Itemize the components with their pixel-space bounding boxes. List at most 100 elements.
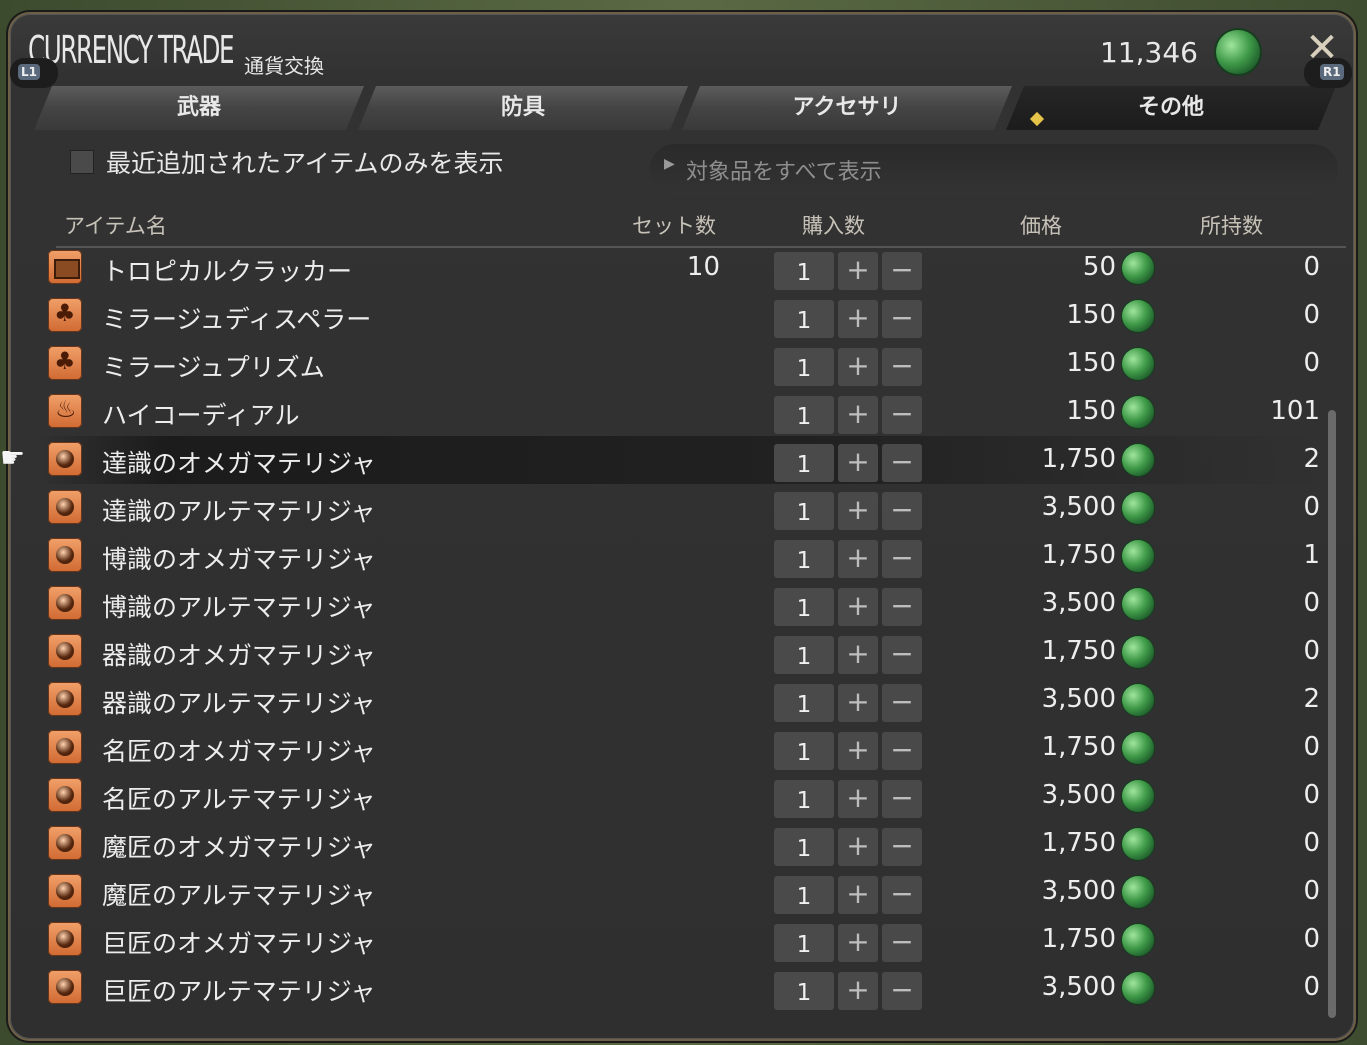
quantity-input[interactable]: 1	[774, 492, 834, 530]
recent-items-checkbox[interactable]	[70, 150, 94, 174]
quantity-input[interactable]: 1	[774, 876, 834, 914]
green-gem-icon	[1122, 444, 1154, 476]
window-subtitle: 通貨交換	[244, 54, 324, 78]
decrease-button[interactable]: −	[882, 396, 922, 434]
quantity-input[interactable]: 1	[774, 732, 834, 770]
decrease-button[interactable]: −	[882, 828, 922, 866]
item-icon	[48, 634, 82, 668]
column-header-name[interactable]: アイテム名	[64, 210, 167, 240]
item-price: 3,500	[1041, 780, 1116, 810]
currency-trade-window: CURRENCY TRADE 通貨交換 11,346 ✕ 武器 防具 アクセサリ…	[8, 12, 1356, 1041]
item-name: 名匠のオメガマテリジャ	[102, 737, 376, 766]
tab-armor[interactable]: 防具	[358, 86, 688, 130]
increase-button[interactable]: +	[838, 348, 878, 386]
column-header-set[interactable]: セット数	[632, 210, 716, 240]
bumper-l1[interactable]: L1	[10, 58, 58, 88]
increase-button[interactable]: +	[838, 444, 878, 482]
item-row[interactable]: 巨匠のオメガマテリジャ 1 + − 1,750 0	[40, 916, 1320, 964]
item-price: 3,500	[1041, 588, 1116, 618]
quantity-input[interactable]: 1	[774, 300, 834, 338]
bumper-r1[interactable]: R1	[1304, 58, 1352, 88]
decrease-button[interactable]: −	[882, 732, 922, 770]
increase-button[interactable]: +	[838, 636, 878, 674]
green-gem-icon	[1122, 492, 1154, 524]
decrease-button[interactable]: −	[882, 972, 922, 1010]
quantity-input[interactable]: 1	[774, 684, 834, 722]
item-owned-count: 2	[1303, 444, 1320, 474]
item-owned-count: 101	[1270, 396, 1320, 426]
tab-accessories[interactable]: アクセサリ	[682, 86, 1012, 130]
item-owned-count: 0	[1303, 252, 1320, 282]
increase-button[interactable]: +	[838, 732, 878, 770]
item-row[interactable]: 器識のオメガマテリジャ 1 + − 1,750 0	[40, 628, 1320, 676]
decrease-button[interactable]: −	[882, 444, 922, 482]
increase-button[interactable]: +	[838, 924, 878, 962]
item-row[interactable]: 器識のアルテマテリジャ 1 + − 3,500 2	[40, 676, 1320, 724]
quantity-input[interactable]: 1	[774, 636, 834, 674]
quantity-input[interactable]: 1	[774, 348, 834, 386]
column-header-owned[interactable]: 所持数	[1200, 210, 1263, 240]
item-owned-count: 0	[1303, 492, 1320, 522]
decrease-button[interactable]: −	[882, 348, 922, 386]
quantity-input[interactable]: 1	[774, 252, 834, 290]
item-price: 50	[1082, 252, 1116, 282]
increase-button[interactable]: +	[838, 828, 878, 866]
increase-button[interactable]: +	[838, 396, 878, 434]
item-row[interactable]: 達識のオメガマテリジャ 1 + − 1,750 2	[40, 436, 1320, 484]
decrease-button[interactable]: −	[882, 876, 922, 914]
scrollbar[interactable]	[1328, 410, 1336, 1018]
item-row[interactable]: ハイコーディアル 1+− 150 101	[40, 388, 1320, 436]
increase-button[interactable]: +	[838, 972, 878, 1010]
decrease-button[interactable]: −	[882, 252, 922, 290]
item-row[interactable]: 博識のアルテマテリジャ 1 + − 3,500 0	[40, 580, 1320, 628]
item-row[interactable]: 達識のアルテマテリジャ 1 + − 3,500 0	[40, 484, 1320, 532]
item-row[interactable]: 魔匠のオメガマテリジャ 1 + − 1,750 0	[40, 820, 1320, 868]
tab-other[interactable]: その他	[1006, 86, 1336, 130]
decrease-button[interactable]: −	[882, 492, 922, 530]
tab-weapons[interactable]: 武器	[34, 86, 364, 130]
item-row[interactable]: 名匠のアルテマテリジャ 1 + − 3,500 0	[40, 772, 1320, 820]
item-row[interactable]: トロピカルクラッカー 10 1 + − 50 0	[40, 244, 1320, 292]
quantity-input[interactable]: 1	[774, 540, 834, 578]
item-name: 器識のオメガマテリジャ	[102, 641, 376, 670]
item-row[interactable]: 名匠のオメガマテリジャ 1 + − 1,750 0	[40, 724, 1320, 772]
quantity-input[interactable]: 1	[774, 444, 834, 482]
quantity-input[interactable]: 1	[774, 588, 834, 626]
item-name: 博識のオメガマテリジャ	[102, 545, 376, 574]
item-row[interactable]: 博識のオメガマテリジャ 1 + −1,750 1	[40, 532, 1320, 580]
quantity-input[interactable]: 1	[774, 396, 834, 434]
increase-button[interactable]: +	[838, 588, 878, 626]
decrease-button[interactable]: −	[882, 300, 922, 338]
decrease-button[interactable]: −	[882, 780, 922, 818]
increase-button[interactable]: +	[838, 540, 878, 578]
dropdown-value: 対象品をすべて表示	[686, 160, 882, 185]
item-owned-count: 0	[1303, 924, 1320, 954]
increase-button[interactable]: +	[838, 684, 878, 722]
quantity-input[interactable]: 1	[774, 924, 834, 962]
decrease-button[interactable]: −	[882, 684, 922, 722]
item-icon	[48, 874, 82, 908]
item-price: 3,500	[1041, 972, 1116, 1002]
item-row[interactable]: ミラージュディスペラー 1+− 150 0	[40, 292, 1320, 340]
item-row[interactable]: 魔匠のアルテマテリジャ 1 + − 3,500 0	[40, 868, 1320, 916]
increase-button[interactable]: +	[838, 252, 878, 290]
item-filter-dropdown[interactable]: ▶ 対象品をすべて表示	[650, 144, 1338, 194]
increase-button[interactable]: +	[838, 492, 878, 530]
column-header-buy[interactable]: 購入数	[802, 210, 865, 240]
green-gem-icon	[1122, 300, 1154, 332]
item-price: 1,750	[1041, 924, 1116, 954]
item-row[interactable]: 巨匠のアルテマテリジャ 1 + − 3,500 0	[40, 964, 1320, 1012]
increase-button[interactable]: +	[838, 300, 878, 338]
decrease-button[interactable]: −	[882, 924, 922, 962]
increase-button[interactable]: +	[838, 876, 878, 914]
decrease-button[interactable]: −	[882, 636, 922, 674]
column-header-price[interactable]: 価格	[1020, 210, 1062, 240]
item-row[interactable]: ミラージュプリズム 1+− 150 0	[40, 340, 1320, 388]
decrease-button[interactable]: −	[882, 540, 922, 578]
quantity-input[interactable]: 1	[774, 972, 834, 1010]
increase-button[interactable]: +	[838, 780, 878, 818]
quantity-input[interactable]: 1	[774, 780, 834, 818]
decrease-button[interactable]: −	[882, 588, 922, 626]
quantity-input[interactable]: 1	[774, 828, 834, 866]
bumper-r1-label: R1	[1320, 64, 1344, 80]
